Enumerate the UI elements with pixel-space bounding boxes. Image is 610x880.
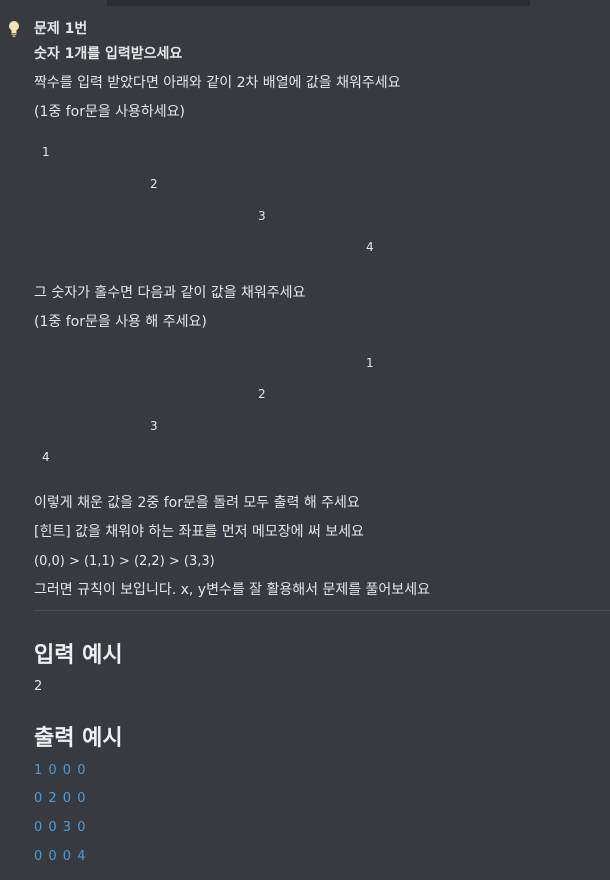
odd-note: (1중 for문을 사용 해 주세요) xyxy=(34,314,207,330)
hint-tail: 그러면 규칙이 보입니다. x, y변수를 잘 활용해서 문제를 풀어보세요 xyxy=(34,582,430,598)
odd-description: 그 숫자가 홀수면 다음과 같이 값을 채워주세요 xyxy=(34,285,306,301)
odd-diagram-value: 3 xyxy=(150,419,158,433)
hint-coordinates: (0,0) > (1,1) > (2,2) > (3,3) xyxy=(34,554,215,569)
print-description: 이렇게 채운 값을 2중 for문을 돌려 모두 출력 해 주세요 xyxy=(34,495,360,511)
output-example-heading: 출력 예시 xyxy=(34,726,123,751)
problem-title: 문제 1번 xyxy=(34,21,88,37)
output-example-line: 0 2 0 0 xyxy=(34,791,87,806)
output-example-line: 0 0 0 4 xyxy=(34,849,87,864)
problem-subtitle: 숫자 1개를 입력받으세요 xyxy=(34,46,183,62)
odd-diagram-value: 1 xyxy=(366,356,374,370)
odd-diagram-value: 4 xyxy=(42,450,50,464)
input-example-value: 2 xyxy=(34,679,43,694)
lightbulb-icon xyxy=(9,21,19,37)
even-diagram-value: 3 xyxy=(258,209,266,223)
input-example-heading: 입력 예시 xyxy=(34,643,123,668)
even-diagram-value: 2 xyxy=(150,177,158,191)
section-divider xyxy=(34,610,610,611)
odd-diagram-value: 2 xyxy=(258,387,266,401)
even-description: 짝수를 입력 받았다면 아래와 같이 2차 배열에 값을 채워주세요 xyxy=(34,75,401,91)
even-note: (1중 for문을 사용하세요) xyxy=(34,104,186,120)
even-diagram-value: 4 xyxy=(366,240,374,254)
output-example-line: 1 0 0 0 xyxy=(34,763,87,778)
hint-text: [힌트] 값을 채워야 하는 좌표를 먼저 메모장에 써 보세요 xyxy=(34,524,364,540)
top-scrollbar-strip xyxy=(107,0,530,6)
even-diagram-value: 1 xyxy=(42,145,50,159)
output-example-line: 0 0 3 0 xyxy=(34,820,87,835)
